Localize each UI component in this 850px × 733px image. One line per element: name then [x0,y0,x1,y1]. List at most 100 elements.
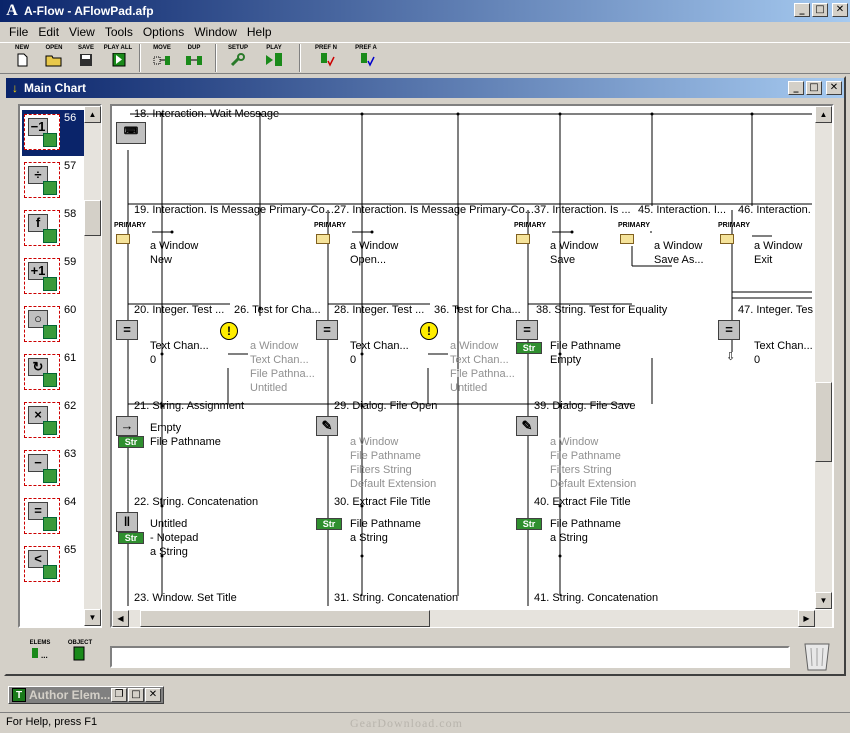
palette-item[interactable]: ÷ 57 [22,158,84,204]
move-button[interactable]: MOVE [146,43,178,73]
dup-button[interactable]: DUP [178,43,210,73]
flow-chart-canvas[interactable]: ⌨ 18. Interaction. Wait Message 19. Inte… [110,104,834,628]
node-27-label[interactable]: 27. Interaction. Is Message Primary-Co..… [334,204,534,216]
node-23-label[interactable]: 23. Window. Set Title [134,592,237,604]
elems-button[interactable]: ELEMS ... [22,640,58,674]
string-icon[interactable]: Str [516,342,542,354]
keyboard-icon[interactable]: ⌨ [116,122,146,144]
assignment-arrow-icon[interactable]: → [116,416,138,436]
maximize-button[interactable]: □ [812,3,828,17]
menu-window[interactable]: Window [189,25,242,39]
string-icon[interactable]: Str [516,518,542,530]
chart-horizontal-scrollbar[interactable]: ◀ ▶ [112,610,832,627]
string-icon[interactable]: Str [118,532,144,544]
string-icon[interactable]: Str [118,436,144,448]
scroll-thumb[interactable] [815,382,832,462]
node-19-label[interactable]: 19. Interaction. Is Message Primary-Co..… [134,204,334,216]
equals-test-icon[interactable]: = [516,320,538,340]
node-26-label[interactable]: 26. Test for Cha... [234,304,321,316]
scroll-thumb[interactable] [140,610,430,627]
palette-number: 63 [64,448,77,460]
play-button[interactable]: PLAY [254,43,294,73]
param-label: Text Chan... [250,354,309,366]
trash-can-icon[interactable] [802,640,832,672]
message-envelope-icon[interactable] [620,234,634,244]
node-31-label[interactable]: 31. String. Concatenation [334,592,458,604]
message-envelope-icon[interactable] [116,234,130,244]
node-29-label[interactable]: 29. Dialog. File Open [334,400,437,412]
node-20-label[interactable]: 20. Integer. Test ... [134,304,224,316]
minimize-button[interactable]: _ [794,3,810,17]
node-36-label[interactable]: 36. Test for Cha... [434,304,521,316]
palette-item[interactable]: ↻ 61 [22,350,84,396]
equals-test-icon[interactable]: = [316,320,338,340]
scroll-left-button[interactable]: ◀ [112,610,129,627]
node-46-label[interactable]: 46. Interaction. [738,204,811,216]
calculator-icon [43,229,57,243]
file-open-dialog-icon[interactable]: ✎ [316,416,338,436]
node-28-label[interactable]: 28. Integer. Test ... [334,304,424,316]
menu-help[interactable]: Help [242,25,277,39]
node-40-label[interactable]: 40. Extract File Title [534,496,631,508]
setup-button[interactable]: SETUP [222,43,254,73]
pref-a-button[interactable]: PREF A [346,43,386,73]
warning-icon[interactable]: ! [420,322,438,340]
child-maximize-button[interactable]: □ [806,81,822,95]
author-elements-minimized-window[interactable]: T Author Elem... ❐ □ ✕ [8,686,164,704]
equals-test-icon[interactable]: = [116,320,138,340]
palette-item[interactable]: −63 [22,446,84,492]
maximize-button[interactable]: □ [128,688,144,702]
object-button[interactable]: OBJECT [62,640,98,674]
node-41-label[interactable]: 41. String. Concatenation [534,592,658,604]
node-21-label[interactable]: 21. String. Assignment [134,400,244,412]
description-input[interactable] [110,646,790,668]
string-icon[interactable]: Str [316,518,342,530]
scroll-right-button[interactable]: ▶ [798,610,815,627]
node-37-label[interactable]: 37. Interaction. Is ... [534,204,631,216]
restore-button[interactable]: ❐ [111,688,127,702]
new-button[interactable]: NEW [6,43,38,73]
menu-tools[interactable]: Tools [100,25,138,39]
concatenation-icon[interactable]: ‖ [116,512,138,532]
scroll-up-button[interactable]: ▲ [815,106,832,123]
node-30-label[interactable]: 30. Extract File Title [334,496,431,508]
child-close-button[interactable]: ✕ [826,81,842,95]
file-save-dialog-icon[interactable]: ✎ [516,416,538,436]
close-button[interactable]: ✕ [832,3,848,17]
palette-item[interactable]: <65 [22,542,84,588]
menu-edit[interactable]: Edit [33,25,64,39]
play-all-button[interactable]: PLAY ALL [102,43,134,73]
message-envelope-icon[interactable] [720,234,734,244]
close-button[interactable]: ✕ [145,688,161,702]
scroll-down-button[interactable]: ▼ [815,592,832,609]
scroll-thumb[interactable] [84,200,101,236]
child-minimize-button[interactable]: _ [788,81,804,95]
param-label: a String [550,532,588,544]
node-38-label[interactable]: 38. String. Test for Equality [536,304,667,316]
chart-vertical-scrollbar[interactable]: ▲ ▼ [815,106,832,609]
scroll-up-button[interactable]: ▲ [84,106,101,123]
palette-scrollbar[interactable]: ▲ ▼ [84,106,101,626]
warning-icon[interactable]: ! [220,322,238,340]
palette-item[interactable]: = 64 [22,494,84,540]
message-envelope-icon[interactable] [316,234,330,244]
menu-options[interactable]: Options [138,25,189,39]
save-button[interactable]: SAVE [70,43,102,73]
open-button[interactable]: OPEN [38,43,70,73]
palette-item[interactable]: × 62 [22,398,84,444]
palette-item[interactable]: −1 56 [22,110,84,156]
node-22-label[interactable]: 22. String. Concatenation [134,496,258,508]
palette-item[interactable]: +1 59 [22,254,84,300]
message-envelope-icon[interactable] [516,234,530,244]
node-47-label[interactable]: 47. Integer. Tes [738,304,813,316]
equals-test-icon[interactable]: = [718,320,740,340]
node-45-label[interactable]: 45. Interaction. I... [638,204,726,216]
node-39-label[interactable]: 39. Dialog. File Save [534,400,636,412]
palette-item[interactable]: ○ 60 [22,302,84,348]
menu-view[interactable]: View [64,25,100,39]
scroll-down-button[interactable]: ▼ [84,609,101,626]
node-18-label[interactable]: 18. Interaction. Wait Message [134,108,279,120]
palette-item[interactable]: f 58 [22,206,84,252]
menu-file[interactable]: File [4,25,33,39]
pref-n-button[interactable]: PREF N [306,43,346,73]
